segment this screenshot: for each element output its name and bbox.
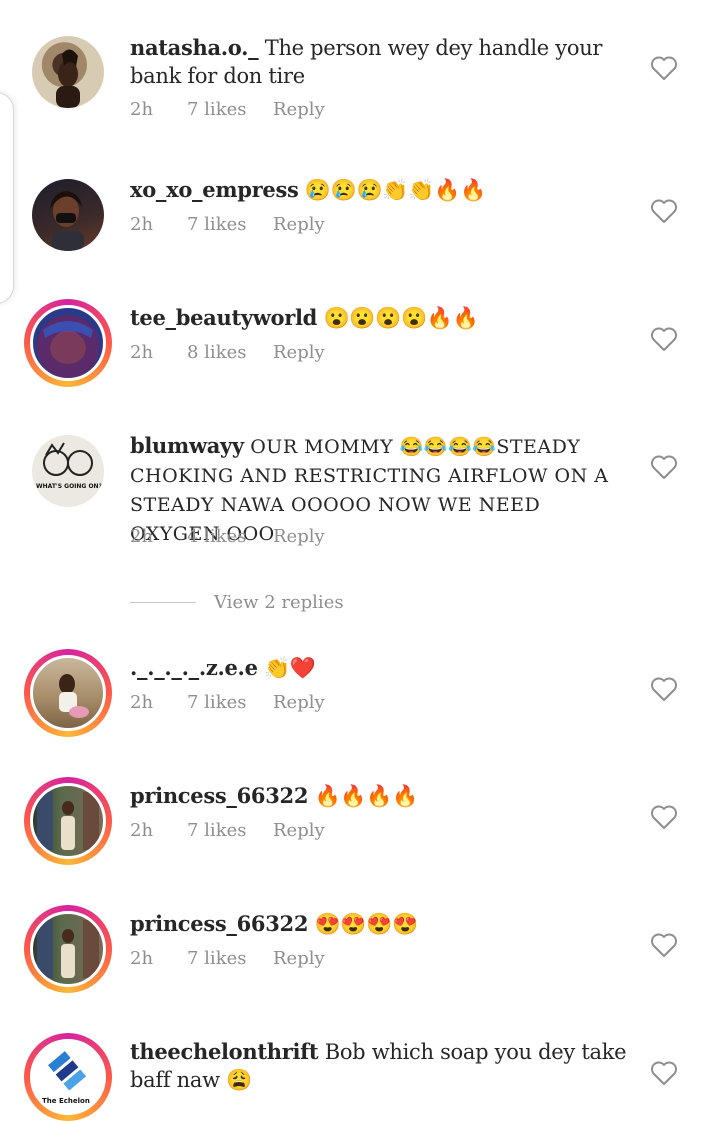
username[interactable]: princess_66322 (130, 911, 308, 936)
likes-count[interactable]: 7 likes (187, 692, 273, 718)
reply-button[interactable]: Reply (273, 342, 325, 368)
username[interactable]: blumwayy (130, 433, 244, 458)
username[interactable]: tee_beautyworld (130, 305, 317, 330)
reply-button[interactable]: Reply (273, 99, 325, 125)
timestamp: 2h (130, 820, 154, 841)
avatar[interactable] (24, 649, 112, 737)
comment-body: princess_66322 🔥🔥🔥🔥 (130, 782, 630, 810)
comment-body: theechelonthrift Bob which soap you dey … (130, 1038, 630, 1094)
avatar[interactable] (24, 905, 112, 993)
likes-count[interactable]: 7 likes (187, 948, 273, 974)
heart-outline-icon[interactable] (650, 676, 678, 702)
username[interactable]: princess_66322 (130, 783, 308, 808)
reply-button[interactable]: Reply (273, 526, 325, 552)
timestamp: 2h (130, 214, 154, 235)
side-panel-tab[interactable] (0, 92, 14, 304)
heart-outline-icon[interactable] (650, 198, 678, 224)
avatar[interactable] (24, 28, 112, 116)
likes-count[interactable]: 8 likes (187, 342, 273, 368)
reply-button[interactable]: Reply (273, 692, 325, 718)
comment-body: tee_beautyworld 😮😮😮😮🔥🔥 (130, 304, 630, 332)
avatar-image (30, 305, 106, 381)
comment-meta: 2h 7 likes Reply (130, 948, 325, 974)
timestamp: 2h (130, 692, 154, 713)
reply-button[interactable]: Reply (273, 948, 325, 974)
comment-meta: 2h 7 likes Reply (130, 214, 325, 240)
comment-meta: 2h 7 likes Reply (130, 99, 325, 125)
comment-text: 😮😮😮😮🔥🔥 (323, 306, 479, 330)
comment-meta: 2h 7 likes Reply (130, 692, 325, 718)
comment-text: 😍😍😍😍 (314, 912, 419, 936)
likes-count[interactable]: 4 likes (187, 526, 273, 552)
timestamp: 2h (130, 948, 154, 969)
heart-outline-icon[interactable] (650, 1060, 678, 1086)
view-replies-button[interactable]: View 2 replies (130, 590, 344, 614)
comment-body: ._._._._.z.e.e 👏❤️ (130, 654, 630, 682)
username[interactable]: natasha.o._ (130, 35, 259, 60)
avatar[interactable] (24, 171, 112, 259)
avatar-image (32, 179, 104, 251)
avatar[interactable]: WHAT'S GOING ON? (24, 427, 112, 515)
timestamp: 2h (130, 342, 154, 363)
comment-body: natasha.o._ The person wey dey handle yo… (130, 34, 630, 90)
comment-text: 👏❤️ (264, 656, 316, 680)
likes-count[interactable]: 7 likes (187, 214, 273, 240)
avatar-image (30, 911, 106, 987)
avatar-image: The Echelon (30, 1039, 106, 1115)
heart-outline-icon[interactable] (650, 326, 678, 352)
username[interactable]: xo_xo_empress (130, 177, 299, 202)
avatar[interactable]: The Echelon (24, 1033, 112, 1121)
likes-count[interactable]: 7 likes (187, 820, 273, 846)
avatar-image (32, 36, 104, 108)
heart-outline-icon[interactable] (650, 454, 678, 480)
comment-body: princess_66322 😍😍😍😍 (130, 910, 630, 938)
reply-button[interactable]: Reply (273, 820, 325, 846)
echelon-logo-text: The Echelon (42, 1097, 90, 1105)
reply-button[interactable]: Reply (273, 214, 325, 240)
heart-outline-icon[interactable] (650, 55, 678, 81)
avatar[interactable] (24, 777, 112, 865)
comment-text: 😢😢😢👏👏🔥🔥 (304, 178, 486, 202)
avatar-image (30, 655, 106, 731)
comment-meta: 2h 7 likes Reply (130, 820, 325, 846)
divider-line (130, 601, 196, 603)
comment-text: 🔥🔥🔥🔥 (314, 784, 419, 808)
heart-outline-icon[interactable] (650, 804, 678, 830)
comment-body: xo_xo_empress 😢😢😢👏👏🔥🔥 (130, 176, 630, 204)
avatar[interactable] (24, 299, 112, 387)
avatar-image (30, 783, 106, 859)
likes-count[interactable]: 7 likes (187, 99, 273, 125)
comment-meta: 2h 4 likes Reply (130, 526, 325, 552)
heart-outline-icon[interactable] (650, 932, 678, 958)
avatar-badge-text: WHAT'S GOING ON? (36, 483, 103, 490)
comment-meta: 2h 8 likes Reply (130, 342, 325, 368)
timestamp: 2h (130, 526, 154, 547)
view-replies-label: View 2 replies (214, 591, 344, 613)
avatar-image: WHAT'S GOING ON? (32, 435, 104, 507)
username[interactable]: ._._._._.z.e.e (130, 655, 258, 680)
username[interactable]: theechelonthrift (130, 1039, 319, 1064)
timestamp: 2h (130, 99, 154, 120)
